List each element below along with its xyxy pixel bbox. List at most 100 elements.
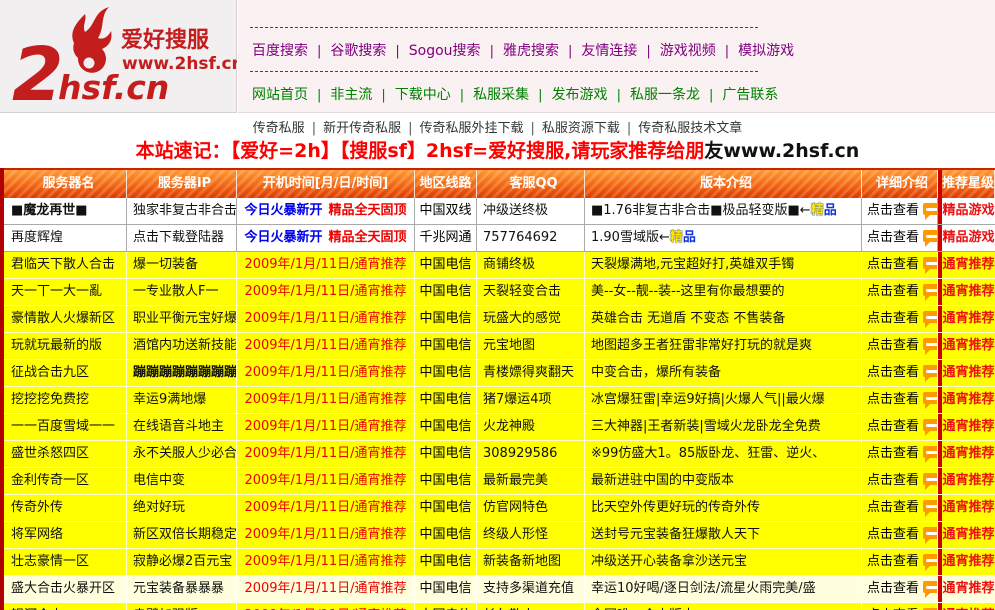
- nav-link[interactable]: 发布游戏: [552, 87, 608, 103]
- nav-link[interactable]: 新开传奇私服: [323, 121, 401, 136]
- server-ip-cell[interactable]: 酒馆内功送新技能: [127, 333, 237, 359]
- chat-bubble-icon[interactable]: [923, 500, 938, 512]
- detail-cell[interactable]: 点击查看: [862, 387, 938, 413]
- chat-bubble-icon[interactable]: [923, 527, 938, 539]
- server-name-cell[interactable]: 君临天下散人合击: [4, 252, 127, 278]
- nav-link[interactable]: 游戏视频: [660, 43, 716, 59]
- server-ip-cell[interactable]: 独家非复古非合击: [127, 198, 237, 224]
- nav-link[interactable]: 雅虎搜索: [503, 43, 559, 59]
- detail-cell[interactable]: 点击查看: [862, 198, 938, 224]
- detail-cell[interactable]: 点击查看: [862, 549, 938, 575]
- service-qq-cell: 冲级送终极: [477, 198, 585, 224]
- detail-cell[interactable]: 点击查看: [862, 495, 938, 521]
- server-ip-cell[interactable]: 一专业散人F一: [127, 279, 237, 305]
- version-text: 天裂爆满地,元宝超好打,英雄双手镯: [591, 257, 794, 272]
- nav-link[interactable]: 谷歌搜索: [330, 43, 386, 59]
- server-ip-cell[interactable]: 幸运9满地爆: [127, 387, 237, 413]
- server-name-cell[interactable]: 一一百度雪域一一: [4, 414, 127, 440]
- nav-link[interactable]: 网站首页: [252, 87, 308, 103]
- detail-cell[interactable]: 点击查看: [862, 603, 938, 610]
- chat-bubble-icon[interactable]: [923, 257, 938, 269]
- server-ip-cell[interactable]: 绝对好玩: [127, 495, 237, 521]
- nav-link[interactable]: 传奇私服技术文章: [638, 121, 742, 136]
- server-row: 君临天下散人合击爆一切装备2009年/1月/11日/通宵推荐中国电信商铺终极天裂…: [4, 252, 995, 279]
- server-name-link: 君临天下散人合击: [11, 257, 115, 272]
- chat-bubble-icon[interactable]: [923, 392, 938, 404]
- server-name-cell[interactable]: 传奇外传: [4, 495, 127, 521]
- server-name-cell[interactable]: 盛世杀怒四区: [4, 441, 127, 467]
- server-name-cell[interactable]: 天一丅一大一亂: [4, 279, 127, 305]
- nav-link[interactable]: 广告联系: [722, 87, 778, 103]
- server-name-cell[interactable]: 金利传奇一区: [4, 468, 127, 494]
- detail-cell[interactable]: 点击查看: [862, 279, 938, 305]
- nav-link[interactable]: 非主流: [330, 87, 372, 103]
- nav-link[interactable]: 私服一条龙: [630, 87, 700, 103]
- detail-cell[interactable]: 点击查看: [862, 333, 938, 359]
- nav-link[interactable]: 友情连接: [581, 43, 637, 59]
- nav-link[interactable]: Sogou搜索: [409, 43, 481, 59]
- detail-cell[interactable]: 点击查看: [862, 441, 938, 467]
- server-ip-cell[interactable]: 寂静必爆2百元宝: [127, 549, 237, 575]
- service-qq-text: 冲级送终极: [483, 203, 548, 218]
- detail-cell[interactable]: 点击查看: [862, 576, 938, 602]
- nav-link[interactable]: 传奇私服外挂下载: [419, 121, 523, 136]
- detail-cell[interactable]: 点击查看: [862, 414, 938, 440]
- nav-link[interactable]: 传奇私服: [253, 121, 305, 136]
- chat-bubble-icon[interactable]: [923, 419, 938, 431]
- chat-bubble-icon[interactable]: [923, 230, 938, 242]
- version-cell: ■1.76非复古非合击■极品轻变版■←精品: [585, 198, 862, 224]
- server-ip-cell[interactable]: 点击下载登陆器: [127, 225, 237, 251]
- chat-bubble-icon[interactable]: [923, 365, 938, 377]
- server-ip-cell[interactable]: 电信中变: [127, 468, 237, 494]
- nav-link[interactable]: 百度搜索: [252, 43, 308, 59]
- chat-bubble-icon[interactable]: [923, 311, 938, 323]
- server-ip-cell[interactable]: 在线语音斗地主: [127, 414, 237, 440]
- server-ip-cell[interactable]: 蹦蹦蹦蹦蹦蹦蹦蹦: [127, 360, 237, 386]
- detail-link-label: 点击查看: [867, 527, 919, 542]
- server-row: 天一丅一大一亂一专业散人F一2009年/1月/11日/通宵推荐中国电信天裂轻变合…: [4, 279, 995, 306]
- server-ip-cell[interactable]: 赤壁加强版: [127, 603, 237, 610]
- server-ip-cell[interactable]: 元宝装备暴暴暴: [127, 576, 237, 602]
- server-name-cell[interactable]: 豪情散人火爆新区: [4, 306, 127, 332]
- server-name-cell[interactable]: 将军网络: [4, 522, 127, 548]
- server-name-link: 天一丅一大一亂: [11, 284, 102, 299]
- chat-bubble-icon[interactable]: [923, 284, 938, 296]
- server-name-cell[interactable]: 银河合击: [4, 603, 127, 610]
- star-rating-text: 通宵推荐: [942, 311, 994, 326]
- server-name-cell[interactable]: 玩就玩最新的版: [4, 333, 127, 359]
- server-name-cell[interactable]: 盛大合击火暴开区: [4, 576, 127, 602]
- chat-bubble-icon[interactable]: [923, 203, 938, 215]
- detail-cell[interactable]: 点击查看: [862, 522, 938, 548]
- open-time-date: 2009年/1月/11日/通宵推荐: [244, 419, 406, 434]
- nav-link[interactable]: 模拟游戏: [738, 43, 794, 59]
- detail-cell[interactable]: 点击查看: [862, 360, 938, 386]
- server-ip-cell[interactable]: 爆一切装备: [127, 252, 237, 278]
- server-name-cell[interactable]: 再度辉煌: [4, 225, 127, 251]
- region-line-cell: 中国电信: [415, 360, 477, 386]
- detail-cell[interactable]: 点击查看: [862, 225, 938, 251]
- server-ip-cell[interactable]: 新区双倍长期稳定: [127, 522, 237, 548]
- nav-separator: |: [709, 88, 713, 103]
- chat-bubble-icon[interactable]: [923, 554, 938, 566]
- service-qq-text: 猪7爆运4项: [483, 392, 552, 407]
- detail-cell[interactable]: 点击查看: [862, 306, 938, 332]
- site-logo[interactable]: 2 hsf.cn 爱好搜服 www.2hsf.cn: [0, 0, 237, 113]
- detail-cell[interactable]: 点击查看: [862, 468, 938, 494]
- server-name-cell[interactable]: 征战合击九区: [4, 360, 127, 386]
- server-name-cell[interactable]: ■魔龙再世■: [4, 198, 127, 224]
- chat-bubble-icon[interactable]: [923, 338, 938, 350]
- chat-bubble-icon[interactable]: [923, 446, 938, 458]
- server-ip-cell[interactable]: 职业平衡元宝好爆: [127, 306, 237, 332]
- chat-bubble-icon[interactable]: [923, 473, 938, 485]
- version-text: 中变合击，爆所有装备: [591, 365, 721, 380]
- version-text: ※99仿盛大1。85版卧龙、狂雷、逆火、: [591, 446, 825, 461]
- chat-bubble-icon[interactable]: [923, 581, 938, 593]
- logo-site-name: 爱好搜服: [121, 27, 210, 53]
- nav-link[interactable]: 下载中心: [395, 87, 451, 103]
- detail-cell[interactable]: 点击查看: [862, 252, 938, 278]
- server-name-cell[interactable]: 挖挖挖免费挖: [4, 387, 127, 413]
- nav-link[interactable]: 私服资源下载: [542, 121, 620, 136]
- server-name-cell[interactable]: 壮志豪情一区: [4, 549, 127, 575]
- server-ip-cell[interactable]: 永不关服人少必合: [127, 441, 237, 467]
- nav-link[interactable]: 私服采集: [473, 87, 529, 103]
